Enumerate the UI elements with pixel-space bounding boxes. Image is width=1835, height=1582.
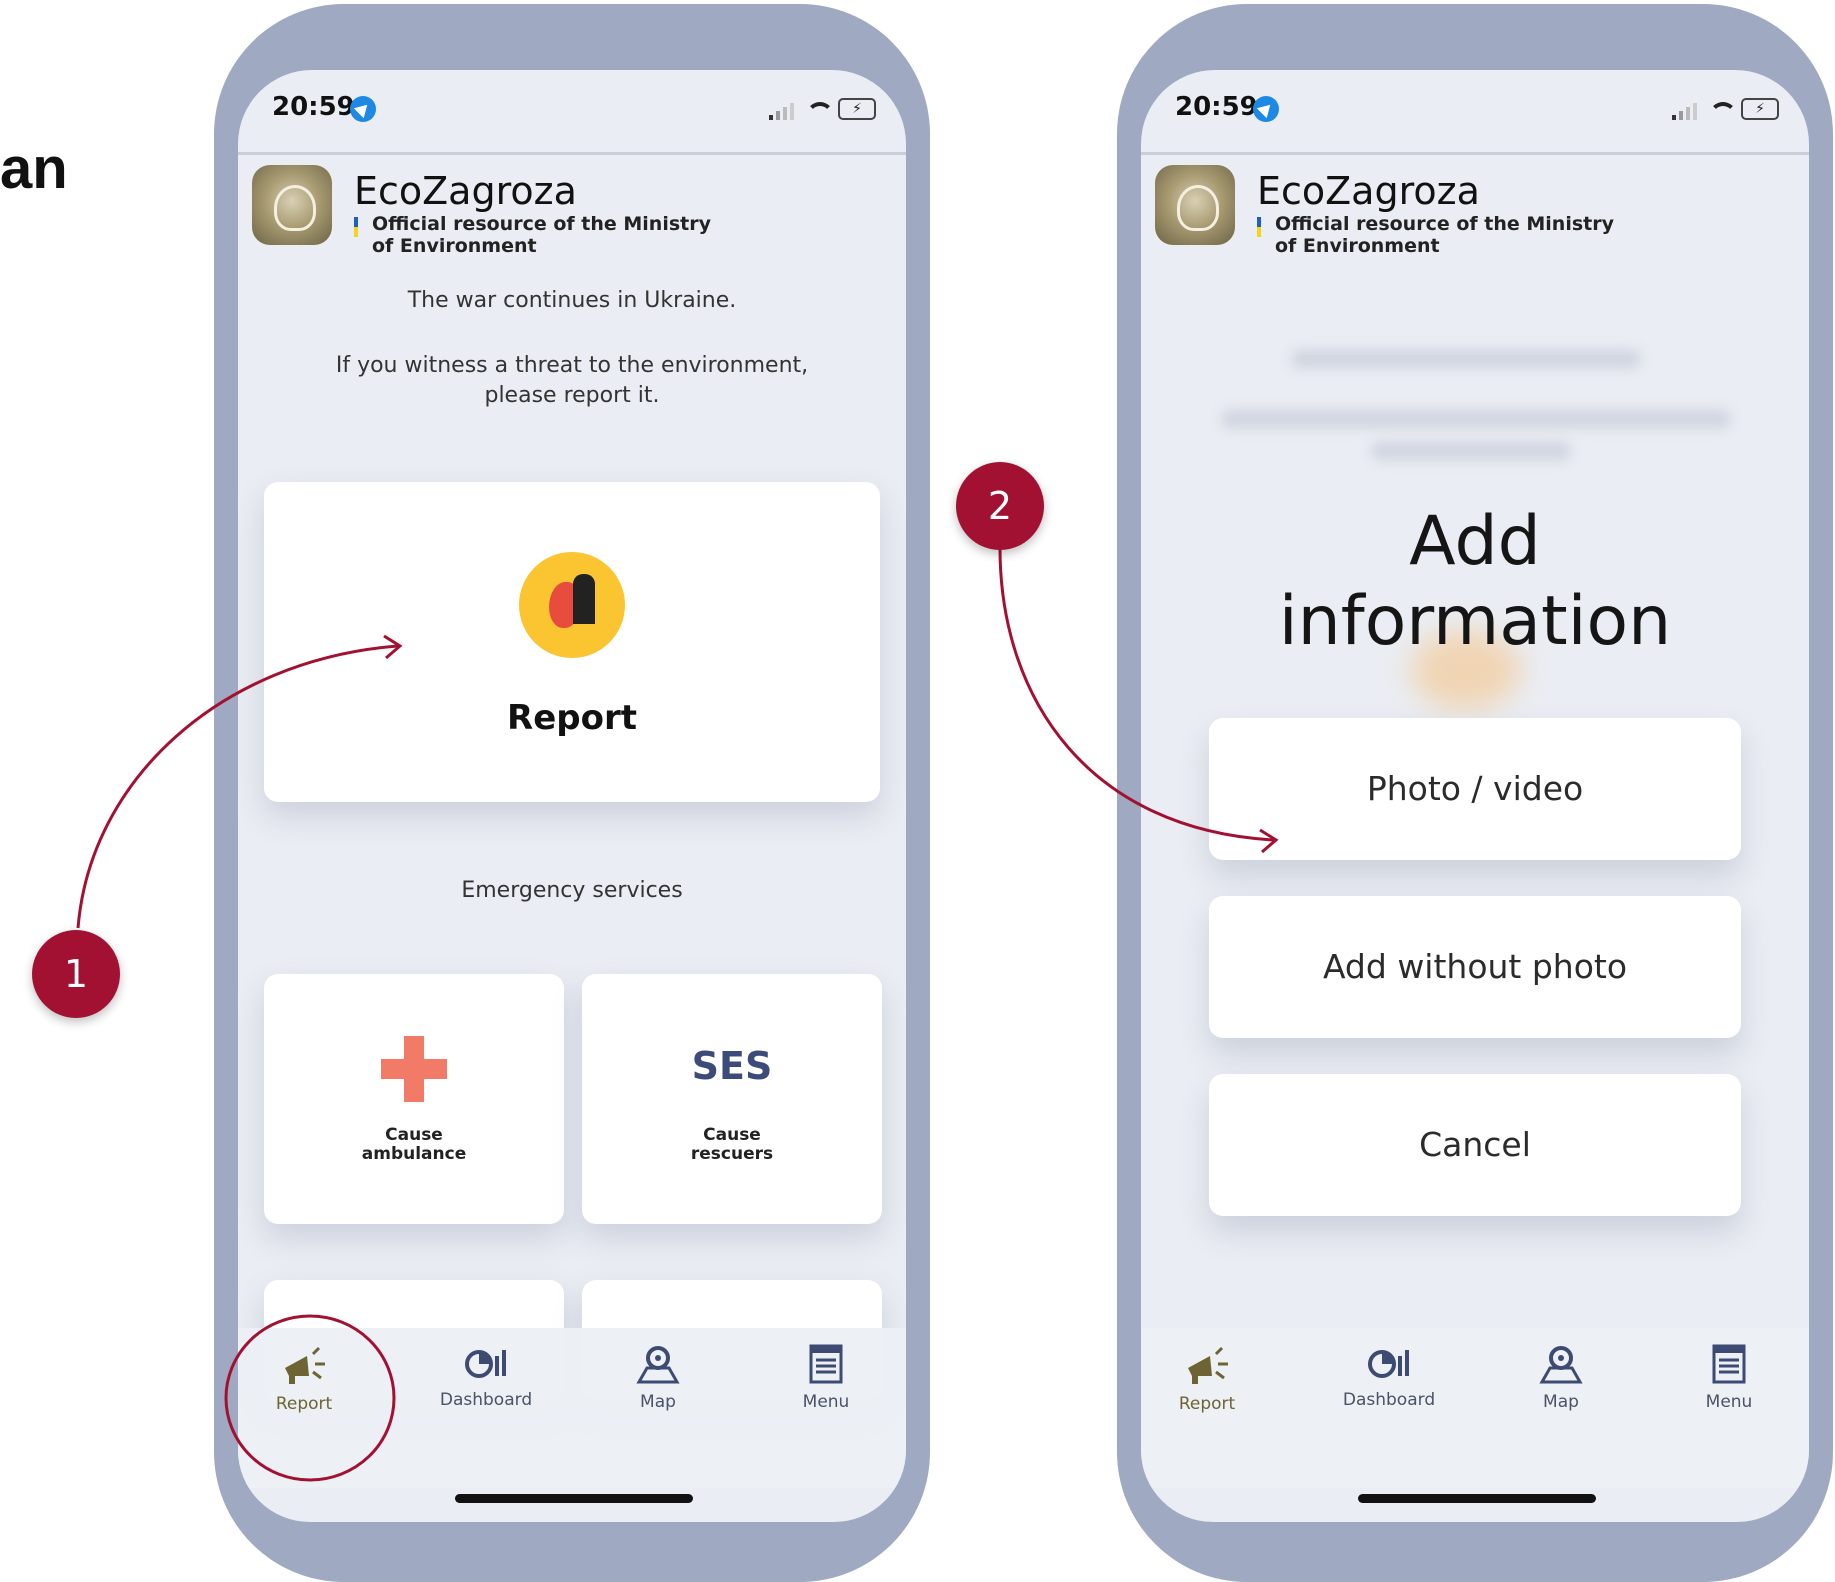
callout-badge-1: 1 <box>32 930 120 1018</box>
arrow-1-curve <box>76 644 399 929</box>
callout-badge-2: 2 <box>956 462 1044 550</box>
annotation-arrows <box>76 547 1279 1482</box>
arrow-2-curve <box>998 547 1275 842</box>
report-tab-highlight-circle <box>224 1314 396 1482</box>
